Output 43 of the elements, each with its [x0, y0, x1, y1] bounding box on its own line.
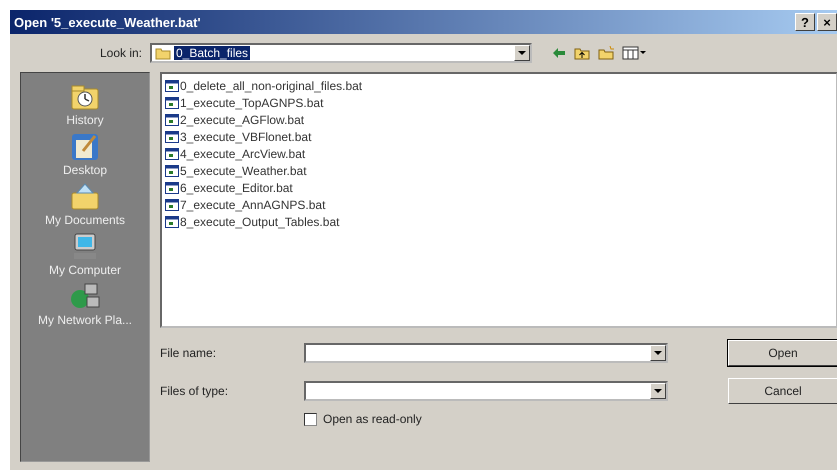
- batch-file-icon: [165, 216, 179, 228]
- caret-icon: [518, 50, 526, 56]
- batch-file-icon: [165, 164, 179, 176]
- batch-file-icon: [165, 148, 179, 160]
- file-item[interactable]: 1_execute_TopAGNPS.bat: [165, 94, 833, 111]
- files-of-type-dropdown[interactable]: [304, 381, 668, 401]
- batch-file-icon: [165, 130, 179, 142]
- folder-icon: [155, 46, 171, 60]
- file-name-field[interactable]: [304, 343, 668, 363]
- new-folder-icon[interactable]: [598, 46, 614, 60]
- up-folder-icon[interactable]: [574, 46, 590, 60]
- desktop-icon: [69, 131, 101, 163]
- batch-file-icon: [165, 80, 179, 92]
- back-arrow-icon[interactable]: [552, 47, 566, 59]
- file-item[interactable]: 8_execute_Output_Tables.bat: [165, 213, 833, 230]
- file-item[interactable]: 6_execute_Editor.bat: [165, 179, 833, 196]
- read-only-label: Open as read-only: [323, 412, 422, 426]
- checkbox[interactable]: [304, 412, 317, 426]
- batch-file-icon: [165, 198, 179, 210]
- dropdown-button[interactable]: [514, 45, 530, 61]
- dropdown-button[interactable]: [650, 345, 666, 361]
- help-button[interactable]: ?: [795, 13, 815, 31]
- open-button[interactable]: Open: [728, 340, 837, 366]
- close-button[interactable]: ×: [817, 13, 837, 31]
- caret-icon: [654, 350, 662, 356]
- file-item[interactable]: 5_execute_Weather.bat: [165, 162, 833, 179]
- batch-file-icon: [165, 114, 179, 126]
- batch-file-icon: [165, 182, 179, 194]
- view-menu-icon[interactable]: [622, 46, 646, 60]
- cancel-button[interactable]: Cancel: [728, 378, 837, 404]
- file-item[interactable]: 0_delete_all_non-original_files.bat: [165, 77, 833, 94]
- file-item[interactable]: 2_execute_AGFlow.bat: [165, 111, 833, 128]
- files-of-type-label: Files of type:: [160, 384, 230, 398]
- file-item[interactable]: 3_execute_VBFlonet.bat: [165, 128, 833, 145]
- look-in-dropdown[interactable]: 0_Batch_files: [150, 43, 532, 63]
- batch-file-icon: [165, 96, 179, 108]
- window-title: Open '5_execute_Weather.bat': [14, 14, 202, 30]
- file-item[interactable]: 7_execute_AnnAGNPS.bat: [165, 196, 833, 213]
- look-in-label: Look in:: [98, 46, 143, 60]
- dropdown-button[interactable]: [650, 383, 666, 399]
- file-item[interactable]: 4_execute_ArcView.bat: [165, 145, 833, 162]
- caret-icon: [654, 388, 662, 394]
- file-name-label: File name:: [160, 346, 218, 360]
